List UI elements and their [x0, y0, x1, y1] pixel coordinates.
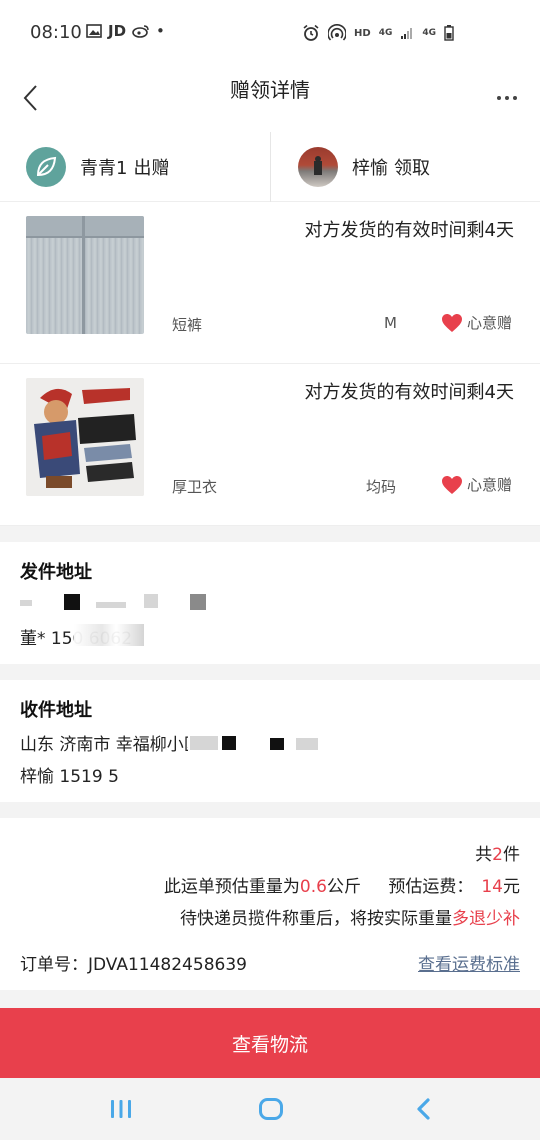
recipient-contact: 梓愉 1519 5 [20, 767, 119, 787]
item-ship-deadline: 对方发货的有效时间剩4天 [304, 220, 514, 241]
item-count-value: 2 [492, 845, 503, 865]
status-time: 08:10 [30, 22, 82, 43]
view-logistics-button[interactable]: 查看物流 [0, 1008, 540, 1078]
recipient-address-redaction [188, 732, 328, 754]
jd-icon: JD [108, 22, 127, 40]
system-nav-bar [0, 1078, 540, 1140]
system-back-icon [417, 1098, 430, 1120]
gift-parties: 青青1 出赠 梓愉 领取 [0, 132, 540, 202]
item-tag-label: 心意赠 [466, 476, 512, 494]
recent-apps-button[interactable] [101, 1090, 141, 1128]
recipient-address-title: 收件地址 [20, 700, 92, 721]
item-size: 均码 [366, 478, 397, 496]
home-icon [259, 1098, 283, 1120]
signal-4g-1: 4G [378, 28, 393, 38]
status-right-icons: HD 4G 4G [302, 24, 454, 42]
status-left-icons: JD • [86, 22, 165, 40]
item-tag-label: 心意赠 [466, 314, 512, 332]
hotspot-icon [328, 24, 347, 41]
item-name: 厚卫衣 [172, 478, 218, 496]
notification-dot: • [156, 22, 165, 40]
sender-phone-redaction [74, 624, 144, 646]
image-icon [86, 24, 102, 38]
recent-apps-icon [111, 1100, 131, 1118]
item-tag: 心意赠 [441, 474, 512, 495]
heart-icon [441, 313, 462, 332]
giver-action: 出赠 [133, 158, 170, 179]
alarm-icon [303, 24, 319, 41]
item-ship-deadline: 对方发货的有效时间剩4天 [304, 382, 514, 403]
receiver-name: 梓愉 [352, 158, 388, 179]
receiver-action: 领取 [394, 158, 430, 179]
hd-indicator: HD [354, 27, 371, 39]
item-count: 共2件 [475, 845, 520, 865]
party-divider [270, 132, 271, 202]
gift-item[interactable]: 对方发货的有效时间剩4天 短裤 M 心意赠 [0, 202, 540, 364]
status-bar: 08:10 JD • HD 4G 4G [0, 0, 540, 64]
gift-item[interactable]: 对方发货的有效时间剩4天 厚卫衣 均码 心意赠 [0, 364, 540, 526]
signal-4g-2: 4G [422, 28, 436, 38]
item-photo [26, 216, 144, 334]
weight-value: 0.6 [299, 877, 327, 897]
giver-info[interactable]: 青青1 出赠 [26, 132, 169, 202]
item-photo [26, 378, 144, 496]
fee-value: 14 [481, 877, 503, 897]
home-button[interactable] [251, 1090, 291, 1128]
receiver-avatar [298, 147, 338, 187]
giver-avatar [26, 147, 66, 187]
more-dots-icon [497, 96, 501, 100]
weibo-icon [132, 25, 149, 38]
heart-icon [441, 475, 462, 494]
signal-icon [401, 28, 413, 39]
sender-address-title: 发件地址 [20, 562, 92, 583]
weight-and-fee: 此运单预估重量为0.6公斤 预估运费： 14元 [163, 877, 520, 897]
sender-address-redacted [20, 592, 220, 614]
recipient-address-card: 收件地址 山东 济南市 幸福柳小区17号楼201 梓愉 1519 5 [0, 680, 540, 802]
fee-label: 预估运费： [388, 877, 474, 897]
item-tag: 心意赠 [441, 312, 512, 333]
page-title: 赠领详情 [230, 78, 310, 102]
order-number-value: JDVA11482458639 [88, 955, 247, 975]
sender-address-card: 发件地址 董* 150 6062 [0, 542, 540, 664]
order-number: 订单号：JDVA11482458639 [20, 955, 247, 975]
more-menu-button[interactable] [490, 78, 524, 118]
item-size: M [384, 314, 397, 332]
receiver-info[interactable]: 梓愉 领取 [298, 132, 430, 202]
leaf-icon [36, 156, 57, 177]
nav-bar: 赠领详情 [0, 64, 540, 132]
giver-name: 青青1 [80, 158, 128, 179]
system-back-button[interactable] [403, 1090, 443, 1128]
shipping-summary: 共2件 此运单预估重量为0.6公斤 预估运费： 14元 待快递员揽件称重后，将按实… [0, 818, 540, 990]
battery-icon [444, 25, 454, 41]
item-name: 短裤 [172, 316, 203, 334]
weight-adjust-note: 待快递员揽件称重后，将按实际重量多退少补 [180, 909, 520, 929]
freight-standard-link[interactable]: 查看运费标准 [418, 950, 520, 975]
